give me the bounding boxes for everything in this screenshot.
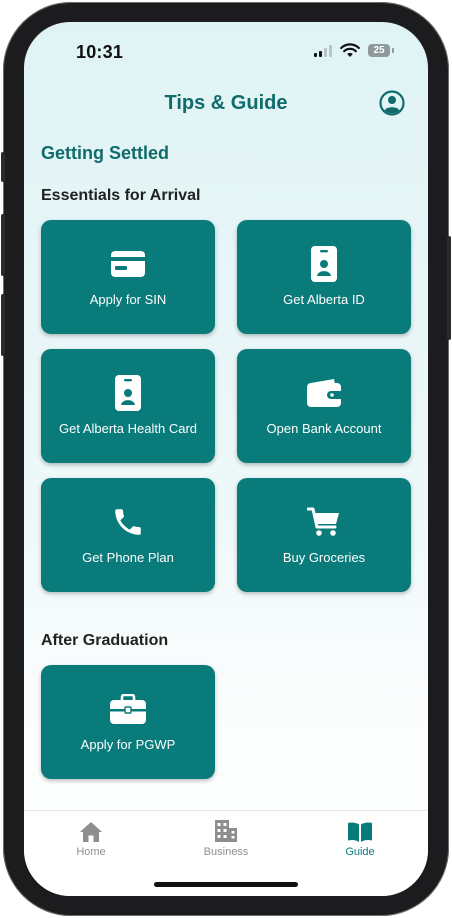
tab-label: Home [76,846,106,858]
open-bank-account-card[interactable]: Open Bank Account [237,349,411,463]
briefcase-icon [110,694,146,724]
home-icon [80,822,102,842]
wallet-icon [307,379,341,407]
tab-guide[interactable]: Guide [310,817,410,858]
tab-business[interactable]: Business [176,817,276,858]
tab-label: Guide [345,846,375,858]
wifi-icon [340,43,360,57]
apply-sin-card[interactable]: Apply for SIN [41,220,215,334]
card-label: Get Phone Plan [82,550,174,565]
id-badge-icon [115,375,141,411]
battery-icon: 25 [368,44,394,57]
get-alberta-id-card[interactable]: Get Alberta ID [237,220,411,334]
apply-pgwp-card[interactable]: Apply for PGWP [41,665,215,779]
get-health-card-card[interactable]: Get Alberta Health Card [41,349,215,463]
shopping-cart-icon [307,507,339,536]
power-button [447,236,451,340]
profile-icon[interactable] [379,90,405,116]
after-graduation-heading: After Graduation [41,632,169,649]
card-label: Buy Groceries [282,550,366,565]
card-label: Open Bank Account [266,421,382,436]
essentials-heading: Essentials for Arrival [41,187,201,204]
tab-label: Business [203,846,249,858]
buy-groceries-card[interactable]: Buy Groceries [237,478,411,592]
home-indicator [154,882,298,887]
section-title: Getting Settled [41,143,170,163]
card-label: Apply for PGWP [80,737,176,752]
tab-home[interactable]: Home [41,817,141,858]
credit-card-icon [111,251,145,277]
book-open-icon [348,822,372,842]
building-icon [215,820,237,842]
page-title: Tips & Guide [164,92,288,114]
cellular-signal-icon [314,45,332,57]
volume-down-button [1,294,5,356]
status-bar: 10:31 25 [24,22,428,78]
get-phone-plan-card[interactable]: Get Phone Plan [41,478,215,592]
phone-icon [115,509,141,535]
card-label: Get Alberta ID [283,292,365,307]
mute-switch [1,152,5,182]
volume-up-button [1,214,5,276]
status-time: 10:31 [76,42,124,62]
app-screen: 10:31 25 Tips & Guide Getting Settled Es… [24,22,428,896]
id-badge-icon [311,246,337,282]
card-label: Apply for SIN [89,292,167,307]
card-label: Get Alberta Health Card [58,421,198,436]
